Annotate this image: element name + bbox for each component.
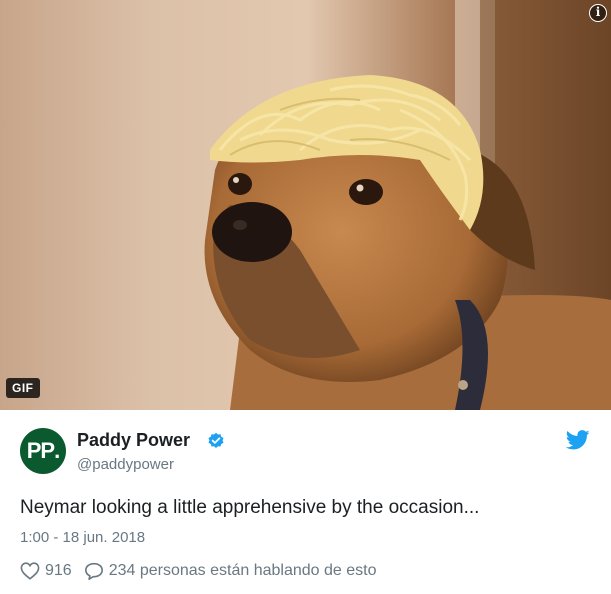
heart-icon bbox=[20, 562, 40, 580]
avatar[interactable]: PP. bbox=[20, 428, 66, 474]
reply-action[interactable]: 234 personas están hablando de esto bbox=[84, 562, 377, 580]
author-handle[interactable]: @paddypower bbox=[77, 456, 174, 473]
tweet-timestamp[interactable]: 1:00 - 18 jun. 2018 bbox=[20, 529, 145, 546]
tweet-media-gif[interactable]: GIF i bbox=[0, 0, 611, 410]
tweet-actions: 916 234 personas están hablando de esto bbox=[20, 562, 388, 580]
speech-bubble-icon bbox=[84, 562, 103, 580]
like-action[interactable]: 916 bbox=[20, 562, 72, 580]
gif-badge: GIF bbox=[6, 378, 40, 398]
like-count: 916 bbox=[45, 562, 72, 579]
embedded-tweet: GIF i PP. Paddy Power @paddypower Neymar… bbox=[0, 0, 611, 594]
twitter-bird-icon[interactable] bbox=[566, 430, 590, 450]
replies-text: 234 personas están hablando de esto bbox=[108, 562, 377, 579]
dog-image bbox=[0, 0, 611, 410]
info-icon[interactable]: i bbox=[589, 4, 607, 22]
avatar-text: PP bbox=[26, 438, 55, 463]
author-display-name[interactable]: Paddy Power bbox=[77, 430, 190, 451]
verified-badge-icon bbox=[208, 432, 224, 449]
tweet-text: Neymar looking a little apprehensive by … bbox=[20, 497, 480, 518]
